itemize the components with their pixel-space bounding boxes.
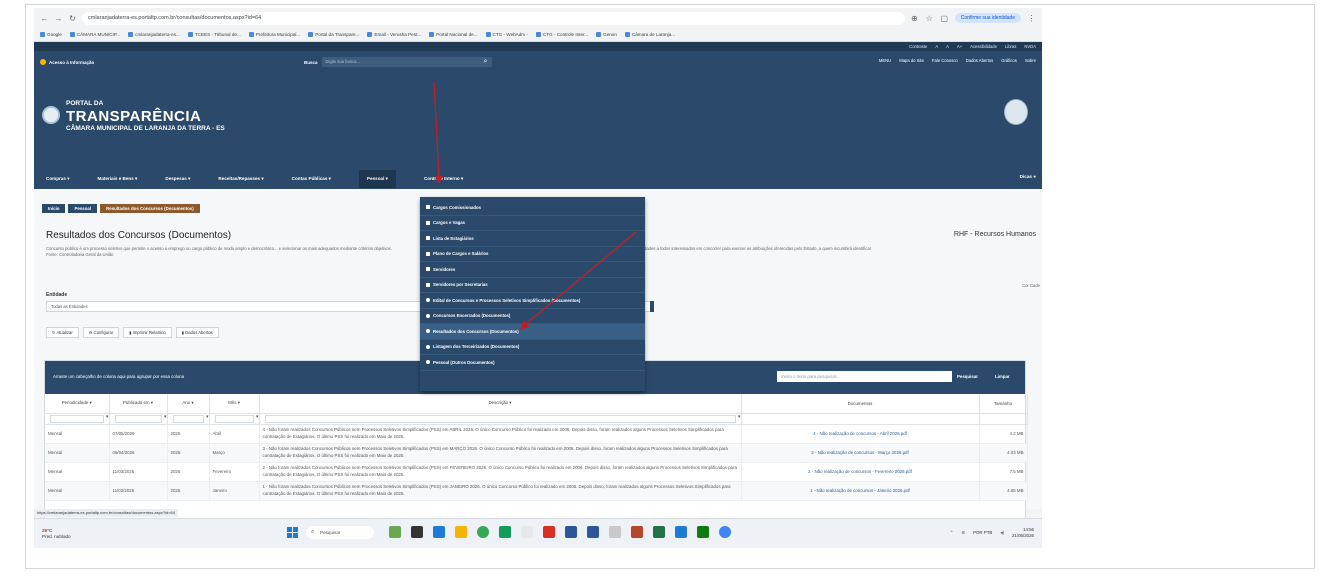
arrow-head-pessoal [435, 176, 443, 184]
app-icon-edge[interactable] [433, 526, 445, 538]
app-icon-taskview[interactable] [411, 526, 423, 538]
system-tray: ⌃ ≋ POR PTB ◂) 14:56 21/05/2026 [950, 527, 1034, 538]
app-icon-photos[interactable] [675, 526, 687, 538]
annotation-arrows [433, 81, 637, 330]
weather-widget[interactable]: 29°C Pred. nublado [42, 528, 71, 539]
search-icon: ⌕ [311, 529, 315, 535]
clock[interactable]: 14:56 21/05/2026 [1012, 527, 1034, 538]
status-url: https://cmlaranjadaterra-es.portaltp.com… [34, 509, 178, 517]
app-icon-word[interactable] [587, 526, 599, 538]
taskbar-apps [389, 526, 731, 538]
taskbar-search[interactable]: ⌕ Pesquisar [306, 526, 374, 539]
app-icon-chrome[interactable] [477, 526, 489, 538]
app-icon-store[interactable] [521, 526, 533, 538]
wifi-icon[interactable]: ≋ [961, 530, 965, 536]
windows-start-icon[interactable] [287, 527, 298, 538]
browser-screenshot: ← → ↻ cmlaranjadaterra-es.portaltp.com.b… [34, 8, 1042, 548]
arrow-to-resultados [525, 231, 637, 325]
app-icon-onedrive[interactable] [697, 526, 709, 538]
arrow-head-resultados [520, 320, 529, 330]
app-icon-widgets[interactable] [389, 526, 401, 538]
app-icon-acrobat[interactable] [543, 526, 555, 538]
speaker-icon[interactable]: ◂) [1000, 530, 1004, 536]
windows-taskbar: 29°C Pred. nublado ⌕ Pesquisar ⌃ ≋ POR P… [34, 518, 1042, 548]
app-icon-explorer[interactable] [455, 526, 467, 538]
app-icon-excel[interactable] [499, 526, 511, 538]
chevron-up-icon[interactable]: ⌃ [950, 530, 954, 536]
app-icon-gmail[interactable] [631, 526, 643, 538]
keyboard-language[interactable]: POR PTB [973, 530, 992, 535]
app-icon-sheets[interactable] [653, 526, 665, 538]
app-icon-generic[interactable] [609, 526, 621, 538]
app-icon-chrome-2[interactable] [719, 526, 731, 538]
arrow-to-pessoal [433, 81, 440, 177]
app-icon-teams[interactable] [565, 526, 577, 538]
